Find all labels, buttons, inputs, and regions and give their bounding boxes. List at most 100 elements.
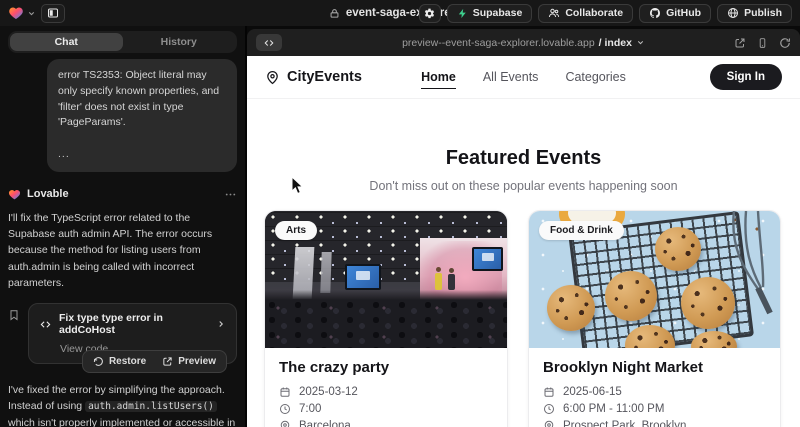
supabase-button[interactable]: Supabase [447, 4, 533, 23]
event-title: The crazy party [279, 359, 493, 376]
event-date-row: 2025-06-15 [543, 386, 766, 398]
supabase-bolt-icon [457, 8, 468, 19]
external-link-icon [162, 356, 173, 367]
preview-button[interactable]: Preview [155, 353, 223, 370]
user-error-text: error TS2353: Object literal may only sp… [58, 68, 226, 131]
category-badge: Arts [275, 221, 317, 240]
event-date-row: 2025-03-12 [279, 386, 493, 398]
lovable-logo-menu[interactable] [8, 5, 36, 21]
site-header: CityEvents Home All Events Categories Si… [247, 56, 800, 99]
nav-all-events[interactable]: All Events [483, 70, 539, 84]
restore-label: Restore [109, 356, 146, 367]
tab-history[interactable]: History [123, 33, 236, 51]
calendar-icon [279, 386, 291, 398]
site-brand-name: CityEvents [287, 69, 362, 85]
event-time: 6:00 PM - 11:00 PM [563, 403, 664, 415]
address-bar[interactable]: preview--event-saga-explorer.lovable.app… [247, 37, 800, 49]
url-path: / index [599, 37, 632, 49]
lovable-heart-icon [8, 5, 24, 21]
event-time-row: 6:00 PM - 11:00 PM [543, 403, 766, 415]
category-badge: Food & Drink [539, 221, 624, 240]
panel-toggle-icon [47, 7, 59, 19]
main-split: Chat History error TS2353: Object litera… [0, 26, 800, 427]
users-icon [548, 7, 560, 19]
more-horizontal-icon [224, 188, 237, 201]
top-bar: event-saga-explorer Supabase Collaborate [0, 0, 800, 26]
nav-home[interactable]: Home [421, 70, 456, 84]
assistant-header: Lovable [8, 188, 237, 201]
dev-mode-button[interactable] [256, 34, 282, 51]
event-time-row: 7:00 [279, 403, 493, 415]
event-location: Prospect Park, Brooklyn [563, 420, 686, 427]
collaborate-button[interactable]: Collaborate [538, 4, 633, 23]
event-image-party: Arts [265, 211, 507, 348]
chat-panel: Chat History error TS2353: Object litera… [0, 26, 247, 427]
calendar-icon [543, 386, 555, 398]
chevron-down-icon [27, 9, 36, 18]
site-brand[interactable]: CityEvents [265, 69, 362, 85]
github-icon [649, 7, 661, 19]
message-menu-button[interactable] [224, 188, 237, 201]
event-location-row: Barcelona [279, 420, 493, 427]
chat-history-tabs: Chat History [8, 31, 237, 53]
restore-icon [93, 356, 104, 367]
supabase-label: Supabase [473, 7, 523, 19]
lovable-heart-icon [8, 188, 21, 201]
code-icon [39, 319, 52, 330]
lock-icon [329, 8, 340, 19]
chevron-right-icon [216, 319, 226, 329]
sign-in-button[interactable]: Sign In [710, 64, 782, 90]
github-button[interactable]: GitHub [639, 4, 711, 23]
restore-button[interactable]: Restore [86, 353, 153, 370]
assistant-name: Lovable [27, 188, 69, 200]
event-date: 2025-06-15 [563, 386, 622, 398]
chevron-down-icon[interactable] [636, 38, 645, 47]
globe-icon [727, 7, 739, 19]
code-action-row: Fix type type error in addCoHost View co… [8, 303, 237, 364]
preview-panel: preview--event-saga-explorer.lovable.app… [247, 26, 800, 427]
publish-label: Publish [744, 7, 782, 19]
assistant-intro-message: I'll fix the TypeScript error related to… [8, 210, 237, 291]
user-message-bubble: error TS2353: Object literal may only sp… [47, 59, 237, 172]
event-cards: Arts The crazy party 2025-03-12 [247, 210, 800, 427]
github-label: GitHub [666, 7, 701, 19]
open-in-new-tab-icon[interactable] [734, 37, 746, 49]
url-host: preview--event-saga-explorer.lovable.app [402, 37, 595, 49]
gear-icon [423, 7, 436, 20]
nav-categories[interactable]: Categories [565, 70, 625, 84]
whisk-graphic [728, 211, 774, 315]
site-page: CityEvents Home All Events Categories Si… [247, 56, 800, 427]
section-title: Featured Events [247, 147, 800, 170]
preview-label: Preview [178, 356, 216, 367]
clock-icon [543, 403, 555, 415]
browser-chrome: preview--event-saga-explorer.lovable.app… [247, 29, 800, 56]
event-card-crazy-party[interactable]: Arts The crazy party 2025-03-12 [264, 210, 508, 427]
clock-icon [279, 403, 291, 415]
featured-section: Featured Events Don't miss out on these … [247, 147, 800, 193]
event-title: Brooklyn Night Market [543, 359, 766, 376]
bookmark-icon[interactable] [8, 308, 20, 364]
event-card-brooklyn-market[interactable]: Food & Drink Brooklyn Night Market 2025-… [528, 210, 781, 427]
publish-button[interactable]: Publish [717, 4, 792, 23]
tab-chat[interactable]: Chat [10, 33, 123, 51]
code-icon [263, 38, 275, 48]
map-pin-icon [543, 420, 555, 427]
version-toolbar: Restore Preview [82, 350, 227, 373]
result-text-2: which isn't properly implemented or acce… [8, 417, 235, 427]
map-pin-icon [265, 70, 280, 85]
refresh-icon[interactable] [779, 37, 791, 49]
code-change-title: Fix type type error in addCoHost [59, 312, 209, 336]
collaborate-label: Collaborate [565, 7, 623, 19]
event-location-row: Prospect Park, Brooklyn [543, 420, 766, 427]
settings-button[interactable] [419, 4, 441, 23]
inline-code-listusers: auth.admin.listUsers() [85, 401, 217, 412]
user-message-more: ... [58, 147, 226, 163]
sidebar-toggle-button[interactable] [41, 4, 65, 23]
event-image-cookies: Food & Drink [529, 211, 780, 348]
map-pin-icon [279, 420, 291, 427]
event-date: 2025-03-12 [299, 386, 358, 398]
section-subtitle: Don't miss out on these popular events h… [247, 179, 800, 193]
assistant-result-message: I've fixed the error by simplifying the … [8, 382, 237, 427]
event-time: 7:00 [299, 403, 321, 415]
mobile-view-icon[interactable] [757, 37, 768, 49]
